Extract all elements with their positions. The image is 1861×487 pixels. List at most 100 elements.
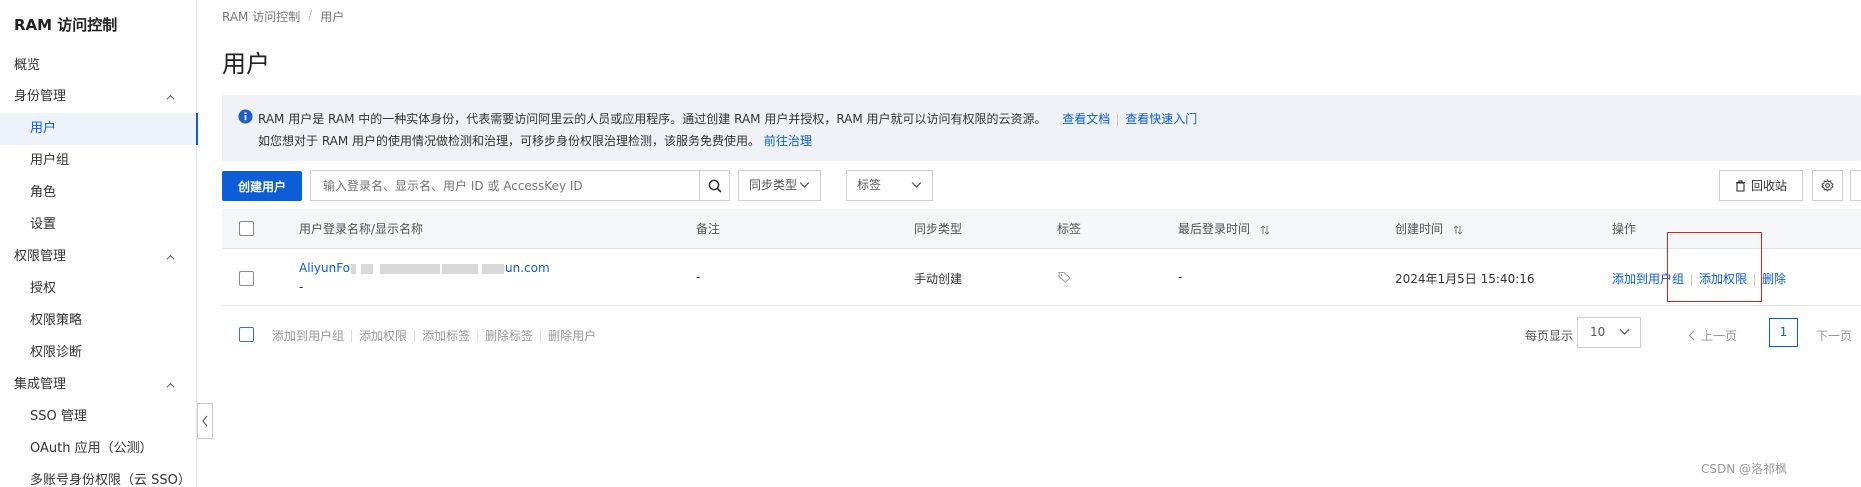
ram-console: RAM 访问控制 概览 身份管理 用户 用户组 角色 设置 权限管理 授权 权限… xyxy=(0,0,1861,487)
select-all-checkbox[interactable] xyxy=(239,221,254,236)
sidebar-item-users[interactable]: 用户 xyxy=(0,113,198,145)
chevron-up-icon xyxy=(166,382,175,388)
sidebar-item-grant[interactable]: 授权 xyxy=(0,273,197,305)
add-permission-link[interactable]: 添加权限 xyxy=(1699,272,1747,286)
sidebar-item-sso[interactable]: SSO 管理 xyxy=(0,401,197,433)
main-content: RAM 访问控制 / 用户 用户 RAM 用户是 RAM 中的一种实体身份，代表… xyxy=(222,0,1861,487)
sidebar-group-identity[interactable]: 身份管理 xyxy=(0,81,197,113)
sidebar-item-label: 概览 xyxy=(14,58,41,73)
chevron-down-icon xyxy=(799,182,810,188)
next-page-button[interactable]: 下一页 xyxy=(1816,327,1852,344)
prev-page-button[interactable]: 上一页 xyxy=(1688,327,1737,344)
user-created-time: 2024年1月5日 15:40:16 xyxy=(1395,272,1535,286)
user-display-name: - xyxy=(299,280,304,294)
page-title: 用户 xyxy=(222,50,270,78)
table-row: AliyunFo un.com - - 手动创建 - 2024年1月5日 15:4… xyxy=(222,250,1861,306)
create-user-button[interactable]: 创建用户 xyxy=(222,171,302,201)
add-to-group-link[interactable]: 添加到用户组 xyxy=(1612,272,1684,286)
row-actions: 添加到用户组 添加权限 删除 xyxy=(1612,270,1786,287)
sidebar-item-label: 授权 xyxy=(30,281,57,296)
info-icon xyxy=(238,109,253,124)
per-page-select[interactable]: 10 xyxy=(1577,317,1641,348)
sidebar-item-diagnosis[interactable]: 权限诊断 xyxy=(0,337,197,369)
column-header-actions: 操作 xyxy=(1612,222,1637,236)
sidebar-item-label: SSO 管理 xyxy=(30,409,87,424)
breadcrumb-item-ram[interactable]: RAM 访问控制 xyxy=(222,8,300,25)
tag-filter[interactable]: 标签 xyxy=(846,170,933,201)
governance-link[interactable]: 前往治理 xyxy=(764,134,812,148)
table-header: 用户登录名称/显示名称 备注 同步类型 标签 最后登录时间 创建时间 操作 xyxy=(222,209,1861,249)
bulk-add-permission[interactable]: 添加权限 xyxy=(359,327,407,344)
delete-user-link[interactable]: 删除 xyxy=(1762,272,1786,286)
sidebar-item-label: 角色 xyxy=(30,185,57,200)
chevron-up-icon xyxy=(166,94,175,100)
redacted-text xyxy=(350,261,505,275)
sidebar-item-roles[interactable]: 角色 xyxy=(0,177,197,209)
sort-icon xyxy=(1260,224,1270,235)
sidebar-collapse-button[interactable] xyxy=(197,403,213,439)
quickstart-link[interactable]: 查看快速入门 xyxy=(1125,112,1197,126)
sidebar: RAM 访问控制 概览 身份管理 用户 用户组 角色 设置 权限管理 授权 权限… xyxy=(0,0,198,487)
sidebar-item-label: 设置 xyxy=(30,217,57,232)
settings-button[interactable] xyxy=(1812,170,1843,201)
sidebar-group-label: 身份管理 xyxy=(14,89,67,104)
sidebar-item-label: 多账号身份权限（云 SSO） xyxy=(30,473,191,487)
bulk-remove-tag[interactable]: 删除标签 xyxy=(485,327,533,344)
column-header-sync-type: 同步类型 xyxy=(914,222,963,236)
sidebar-item-oauth[interactable]: OAuth 应用（公测） xyxy=(0,433,197,465)
sidebar-item-user-groups[interactable]: 用户组 xyxy=(0,145,197,177)
breadcrumb: RAM 访问控制 / 用户 xyxy=(222,8,344,25)
chevron-up-icon xyxy=(166,254,175,260)
per-page-value: 10 xyxy=(1590,325,1606,339)
sidebar-item-label: 用户 xyxy=(30,121,57,136)
view-docs-link[interactable]: 查看文档 xyxy=(1062,112,1110,126)
sync-type-filter-label: 同步类型 xyxy=(749,178,798,192)
notice-line-1: RAM 用户是 RAM 中的一种实体身份，代表需要访问阿里云的人员或应用程序。通… xyxy=(258,110,1197,127)
user-login-name-prefix: AliyunFo xyxy=(299,261,351,275)
divider xyxy=(477,329,479,342)
column-header-label: 最后登录时间 xyxy=(1178,222,1251,236)
divider xyxy=(1754,273,1756,286)
footer-select-all-checkbox[interactable] xyxy=(239,327,254,342)
notice-text: RAM 用户是 RAM 中的一种实体身份，代表需要访问阿里云的人员或应用程序。通… xyxy=(258,112,1047,126)
column-header-remark: 备注 xyxy=(696,222,721,236)
search-box xyxy=(310,170,730,201)
column-header-label: 创建时间 xyxy=(1395,222,1444,236)
bulk-add-tag[interactable]: 添加标签 xyxy=(422,327,470,344)
chevron-down-icon xyxy=(911,182,922,188)
page-number-current[interactable]: 1 xyxy=(1769,318,1798,347)
divider xyxy=(351,329,353,342)
user-login-name-suffix: un.com xyxy=(505,261,550,275)
bulk-add-to-group[interactable]: 添加到用户组 xyxy=(272,327,344,344)
sync-type-filter[interactable]: 同步类型 xyxy=(738,170,821,201)
sidebar-group-integration[interactable]: 集成管理 xyxy=(0,369,197,401)
divider xyxy=(1117,113,1119,126)
chevron-left-icon xyxy=(1688,330,1695,341)
tag-icon-cell[interactable] xyxy=(1058,271,1071,286)
search-button[interactable] xyxy=(699,171,729,200)
column-header-created[interactable]: 创建时间 xyxy=(1395,209,1463,249)
sidebar-group-permission[interactable]: 权限管理 xyxy=(0,241,197,273)
tag-icon xyxy=(1058,272,1071,283)
notice-text: 如您想对于 RAM 用户的使用情况做检测和治理，可移步身份权限治理检测，该服务免… xyxy=(258,134,761,148)
more-button[interactable] xyxy=(1850,170,1861,201)
sidebar-item-cloud-sso[interactable]: 多账号身份权限（云 SSO） xyxy=(0,465,197,487)
divider xyxy=(1691,273,1693,286)
row-checkbox[interactable] xyxy=(239,271,254,286)
user-last-login: - xyxy=(1178,270,1183,284)
user-login-name[interactable]: AliyunFo un.com xyxy=(299,261,550,275)
search-icon xyxy=(708,179,722,193)
sidebar-item-policies[interactable]: 权限策略 xyxy=(0,305,197,337)
column-header-tags: 标签 xyxy=(1057,222,1082,236)
column-header-last-login[interactable]: 最后登录时间 xyxy=(1178,209,1270,249)
tag-filter-label: 标签 xyxy=(857,178,882,192)
sidebar-item-settings[interactable]: 设置 xyxy=(0,209,197,241)
bulk-delete-user[interactable]: 删除用户 xyxy=(548,327,596,344)
user-remark: - xyxy=(696,270,701,284)
watermark: CSDN @洛祁枫 xyxy=(1700,462,1787,476)
sidebar-group-label: 集成管理 xyxy=(14,377,67,392)
sidebar-item-overview[interactable]: 概览 xyxy=(0,50,197,82)
search-input[interactable] xyxy=(311,171,698,200)
recycle-bin-button[interactable]: 回收站 xyxy=(1719,170,1803,201)
breadcrumb-item-users: 用户 xyxy=(320,10,345,24)
